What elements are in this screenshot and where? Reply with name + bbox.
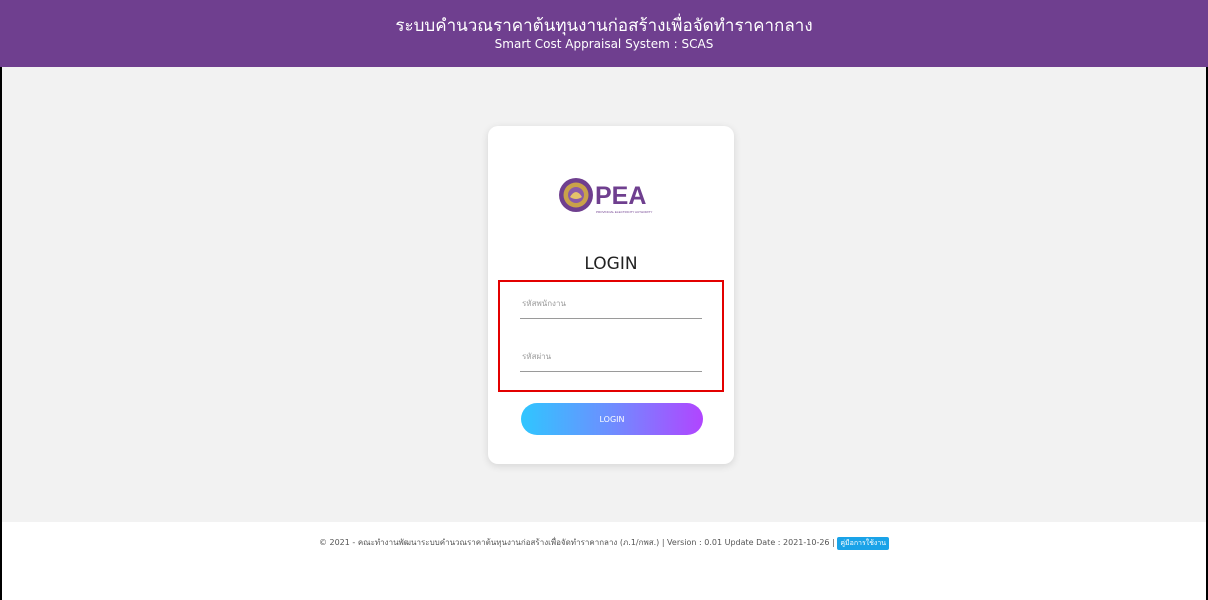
pea-logo: PEA PROVINCIAL ELECTRICITY AUTHORITY	[559, 178, 652, 214]
svg-text:PEA: PEA	[595, 182, 646, 210]
login-button[interactable]: LOGIN	[521, 403, 703, 435]
footer-text: © 2021 - คณะทำงานพัฒนาระบบคำนวณราคาต้นทุ…	[318, 538, 835, 547]
user-manual-link[interactable]: คู่มือการใช้งาน	[837, 537, 890, 550]
app-subtitle: Smart Cost Appraisal System : SCAS	[494, 37, 714, 51]
login-title: LOGIN	[584, 254, 638, 274]
app-title: ระบบคำนวณราคาต้นทุนงานก่อสร้างเพื่อจัดทำ…	[395, 16, 813, 36]
svg-text:PROVINCIAL ELECTRICITY AUTHORI: PROVINCIAL ELECTRICITY AUTHORITY	[596, 210, 652, 214]
app-header: ระบบคำนวณราคาต้นทุนงานก่อสร้างเพื่อจัดทำ…	[0, 0, 1208, 67]
footer: © 2021 - คณะทำงานพัฒนาระบบคำนวณราคาต้นทุ…	[0, 536, 1208, 550]
highlight-box	[498, 280, 724, 392]
